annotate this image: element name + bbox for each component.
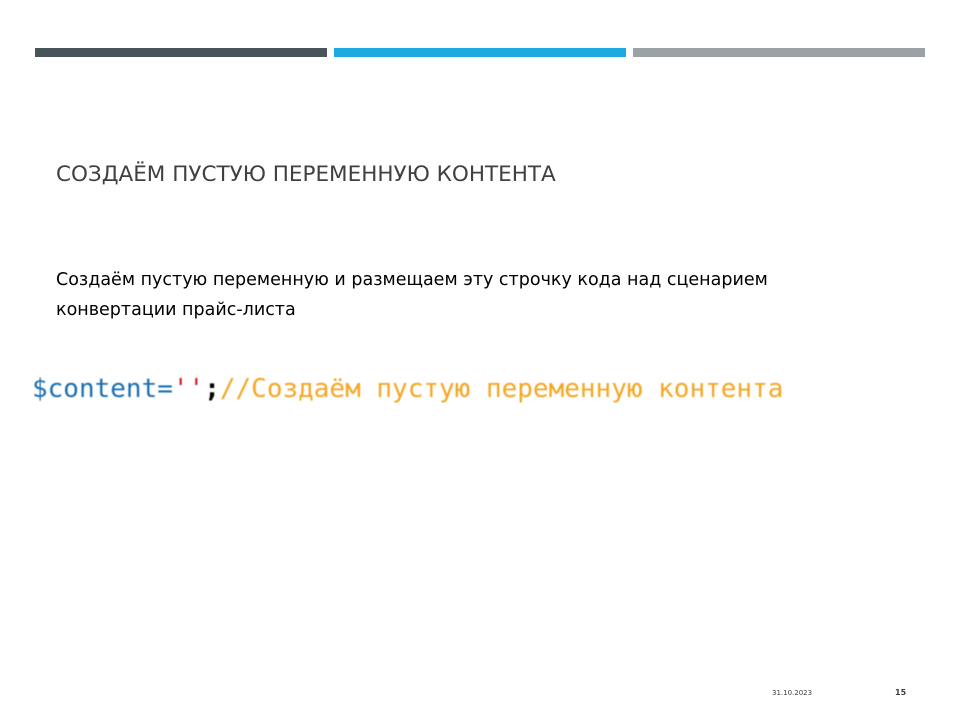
header-bar-blue bbox=[334, 48, 626, 57]
code-snippet: $content='';//Создаём пустую переменную … bbox=[32, 374, 783, 404]
slide: СОЗДАЁМ ПУСТУЮ ПЕРЕМЕННУЮ КОНТЕНТА Созда… bbox=[0, 0, 960, 720]
slide-body-text: Создаём пустую переменную и размещаем эт… bbox=[56, 265, 916, 325]
body-line-2: конвертации прайс-листа bbox=[56, 300, 296, 320]
code-comment: //Создаём пустую переменную контента bbox=[219, 374, 784, 404]
code-string: '' bbox=[172, 374, 205, 404]
code-variable: $content bbox=[32, 374, 158, 404]
body-line-1: Создаём пустую переменную и размещаем эт… bbox=[56, 270, 768, 290]
page-number: 15 bbox=[895, 688, 907, 697]
slide-title: СОЗДАЁМ ПУСТУЮ ПЕРЕМЕННУЮ КОНТЕНТА bbox=[56, 162, 556, 187]
footer-date: 31.10.2023 bbox=[772, 689, 813, 697]
header-bar-dark bbox=[35, 48, 327, 57]
header-bar-gray bbox=[633, 48, 925, 57]
code-operator: = bbox=[157, 374, 173, 404]
code-semicolon: ; bbox=[204, 374, 220, 404]
